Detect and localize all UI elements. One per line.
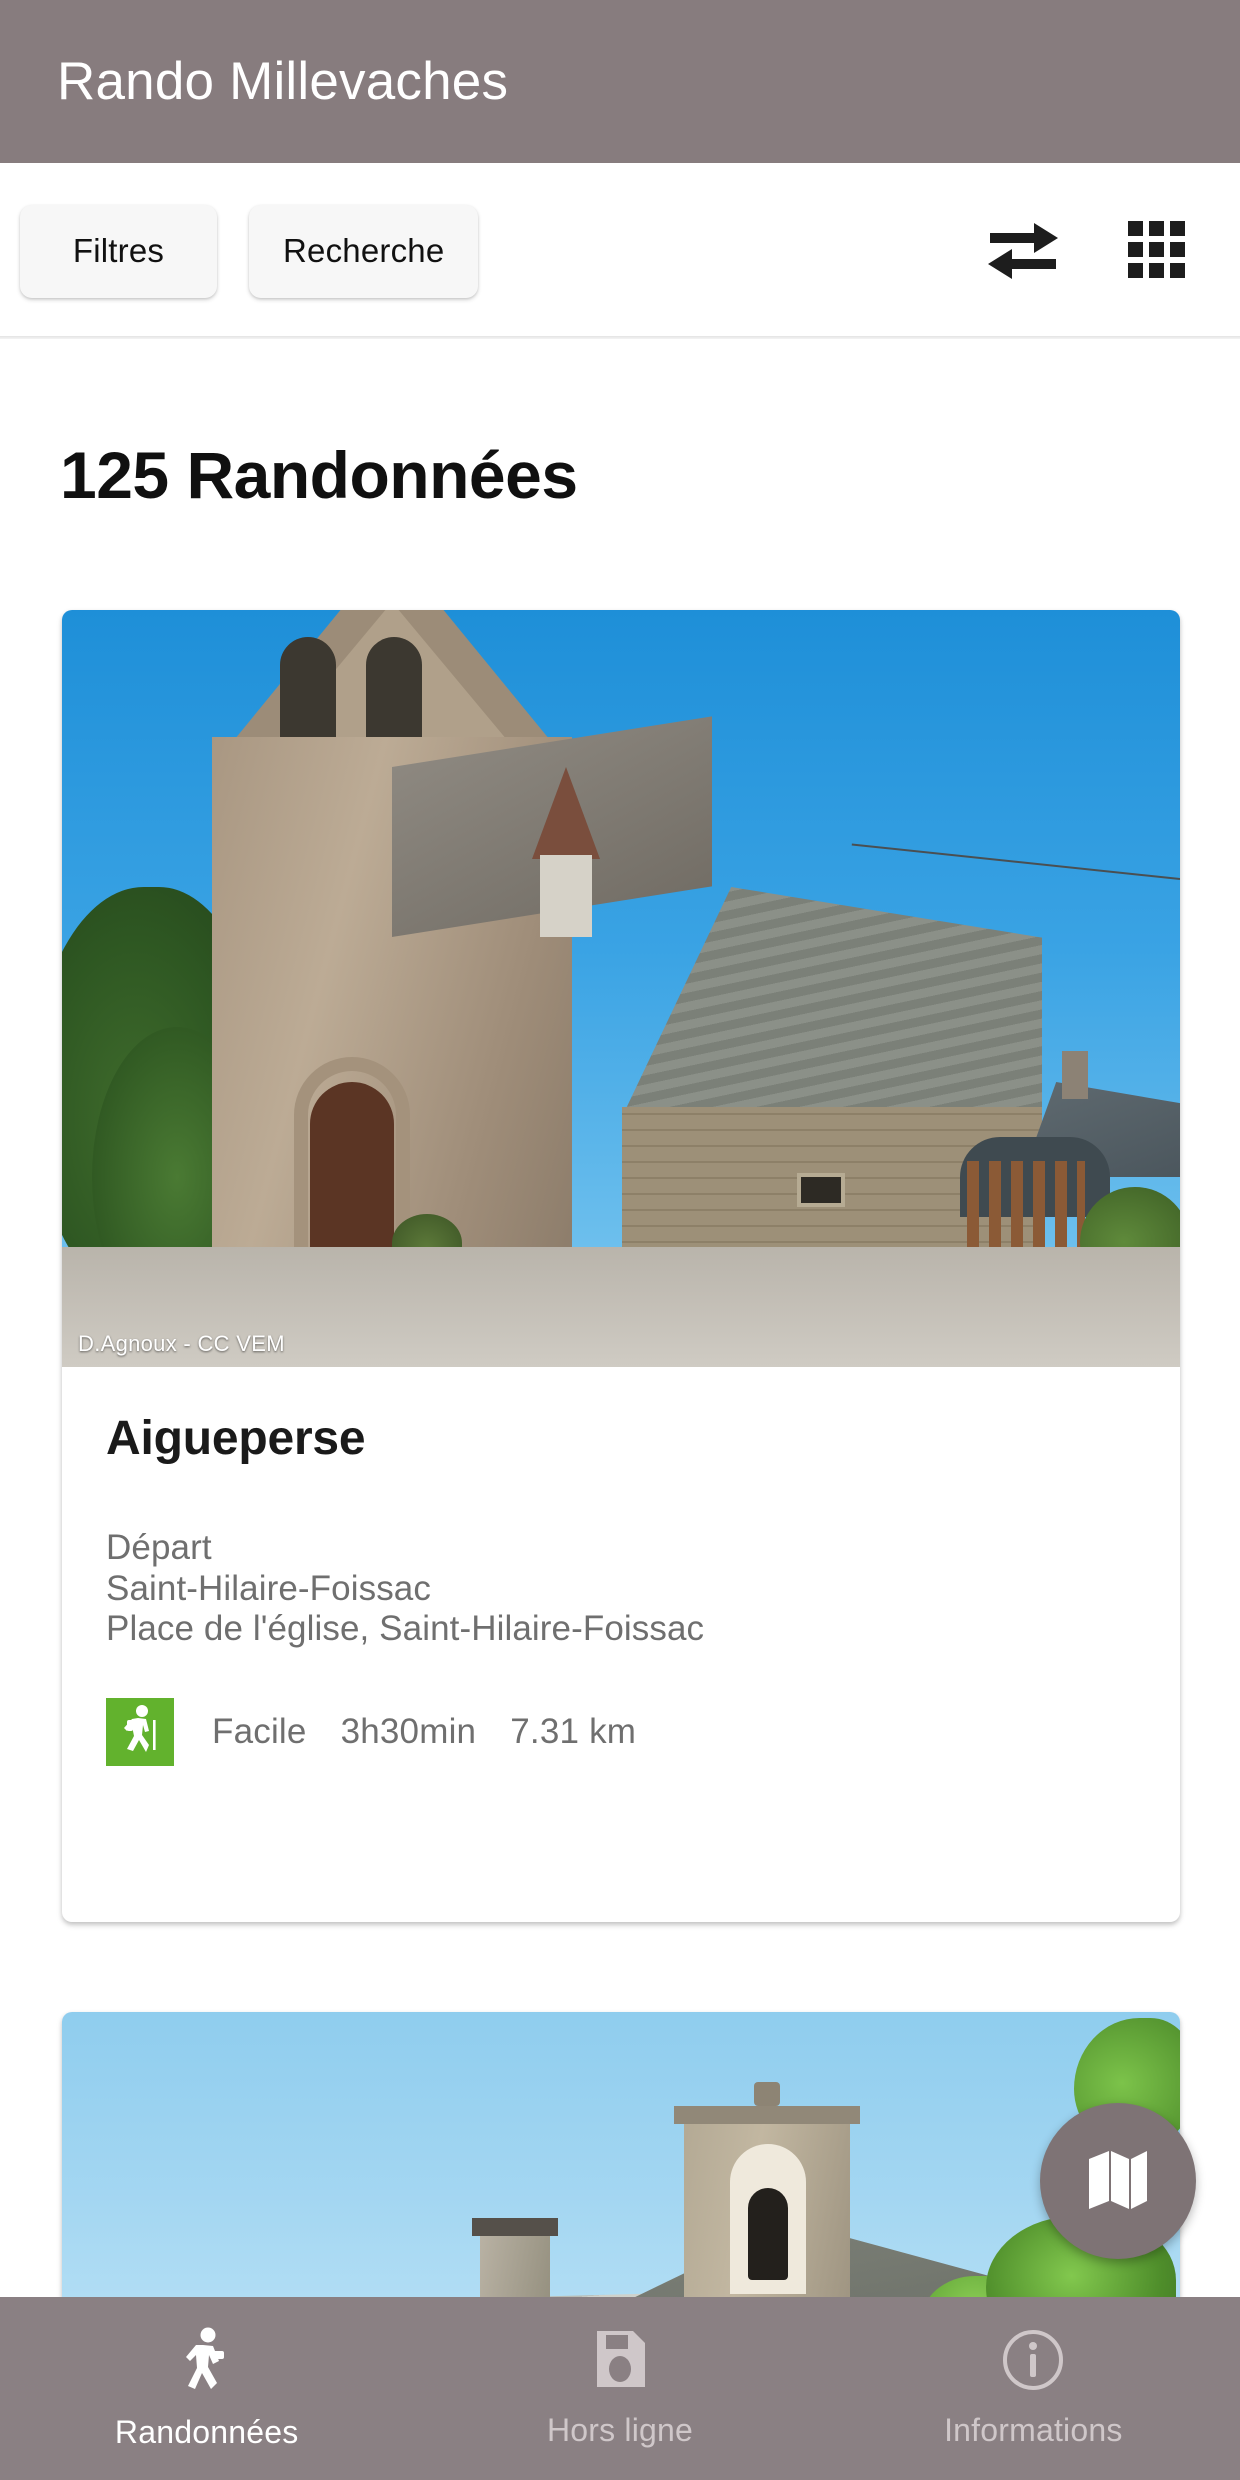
difficulty-badge	[106, 1697, 174, 1766]
photo-window	[797, 1173, 845, 1207]
tab-hors-ligne[interactable]: Hors ligne	[413, 2329, 826, 2449]
info-circle-icon	[1002, 2329, 1064, 2394]
tab-label: Randonnées	[114, 2413, 299, 2450]
photo-credit: D.Agnoux - CC VEM	[78, 1331, 285, 1356]
search-button[interactable]: Recherche	[249, 204, 479, 298]
bottom-navigation: Randonnées Hors ligne Informations	[0, 2297, 1240, 2480]
save-disk-icon	[593, 2329, 647, 2394]
app-root: Rando Millevaches Filtres Recherche 125 …	[0, 0, 1240, 2480]
tab-informations[interactable]: Informations	[827, 2329, 1240, 2449]
departure-address: Place de l'église, Saint-Hilaire-Foissac	[106, 1609, 705, 1649]
departure-commune: Saint-Hilaire-Foissac	[106, 1568, 431, 1608]
toolbar-icon-group	[984, 219, 1188, 284]
distance-label: 7.31 km	[510, 1711, 637, 1751]
tab-randonnees[interactable]: Randonnées	[0, 2327, 413, 2451]
map-fab-button[interactable]	[1040, 2103, 1196, 2259]
hike-photo: D.Agnoux - CC VEM	[62, 610, 1180, 1367]
tab-label: Hors ligne	[546, 2411, 694, 2448]
sort-toggle-button[interactable]	[984, 219, 1062, 284]
tab-label: Informations	[944, 2411, 1123, 2448]
departure-block: Départ Saint-Hilaire-Foissac Place de l'…	[106, 1528, 1180, 1650]
grid-view-icon	[1126, 219, 1188, 284]
toolbar: Filtres Recherche	[0, 163, 1240, 339]
photo-door	[310, 1082, 394, 1257]
app-title: Rando Millevaches	[57, 52, 509, 111]
swap-arrows-icon	[984, 219, 1062, 284]
duration-label: 3h30min	[340, 1711, 477, 1751]
filters-button[interactable]: Filtres	[20, 204, 217, 298]
hiker-icon	[183, 2327, 231, 2396]
photo-chimney	[1062, 1051, 1088, 1099]
map-icon	[1087, 2147, 1149, 2216]
departure-label: Départ	[106, 1528, 212, 1567]
photo-slate-roof	[622, 887, 1042, 1117]
photo-tower-cap	[674, 2106, 860, 2124]
photo-wooden-gate	[967, 1161, 1085, 1259]
difficulty-label: Facile	[212, 1711, 307, 1751]
page-title: 125 Randonnées	[60, 438, 578, 512]
hike-photo	[62, 2012, 1180, 2342]
hike-meta-row: Facile 3h30min 7.31 km	[106, 1697, 1180, 1766]
grid-view-button[interactable]	[1126, 219, 1188, 284]
hike-card[interactable]	[62, 2012, 1180, 2342]
hike-title: Aigueperse	[106, 1412, 366, 1465]
photo-turret-base	[540, 855, 592, 937]
photo-turret-roof	[532, 767, 600, 859]
app-bar: Rando Millevaches	[0, 0, 1240, 163]
hiker-icon	[118, 1704, 162, 1759]
photo-power-line	[851, 843, 1180, 880]
hike-card[interactable]: D.Agnoux - CC VEM Aigueperse Départ Sain…	[62, 610, 1180, 1922]
photo-finial	[754, 2082, 780, 2106]
hike-card-body: Aigueperse Départ Saint-Hilaire-Foissac …	[62, 1367, 1180, 1766]
photo-bell	[748, 2188, 788, 2280]
